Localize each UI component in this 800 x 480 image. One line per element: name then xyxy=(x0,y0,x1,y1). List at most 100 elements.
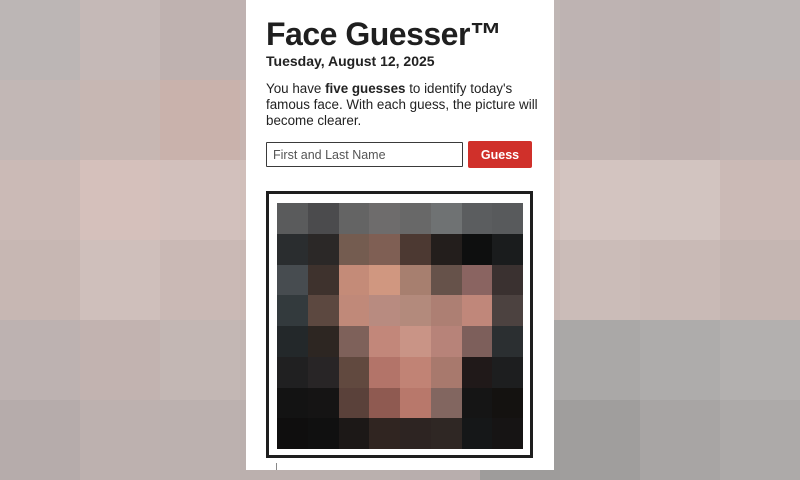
face-pixel xyxy=(430,264,462,296)
face-pixel xyxy=(430,233,462,265)
background-pixel xyxy=(560,0,640,80)
background-pixel xyxy=(560,80,640,160)
background-pixel xyxy=(80,400,160,480)
face-pixel xyxy=(277,233,308,265)
face-pixel xyxy=(369,326,400,357)
face-pixel xyxy=(307,295,339,326)
background-pixel xyxy=(0,160,80,240)
background-pixel xyxy=(160,320,240,400)
background-pixel xyxy=(720,320,800,400)
background-pixel xyxy=(160,160,240,240)
game-panel: Face Guesser™ Tuesday, August 12, 2025 Y… xyxy=(246,0,554,470)
background-pixel xyxy=(640,160,720,240)
content-divider xyxy=(276,463,277,470)
background-pixel xyxy=(160,80,240,160)
face-pixel xyxy=(277,264,308,296)
background-pixel xyxy=(80,160,160,240)
background-pixel xyxy=(640,320,720,400)
background-pixel xyxy=(560,160,640,240)
face-pixel xyxy=(369,418,400,449)
face-pixel xyxy=(492,264,523,296)
face-pixel xyxy=(338,264,370,296)
background-pixel xyxy=(0,400,80,480)
face-pixel xyxy=(492,203,523,234)
background-pixel xyxy=(0,80,80,160)
face-pixel xyxy=(430,295,462,326)
instructions-emphasis: five guesses xyxy=(325,81,406,96)
face-pixel xyxy=(307,233,339,265)
background-pixel xyxy=(720,400,800,480)
face-pixel xyxy=(277,203,308,234)
face-pixel xyxy=(369,295,400,326)
background-pixel xyxy=(640,80,720,160)
face-pixel xyxy=(369,264,400,296)
face-pixel xyxy=(338,356,370,388)
background-pixel xyxy=(720,160,800,240)
background-pixel xyxy=(640,0,720,80)
face-photo-frame xyxy=(266,191,533,458)
guess-button[interactable]: Guess xyxy=(468,141,532,168)
face-pixel xyxy=(492,387,523,419)
face-pixel xyxy=(307,203,339,234)
face-pixel xyxy=(277,326,308,357)
background-pixel xyxy=(720,80,800,160)
face-pixel xyxy=(307,326,339,357)
face-pixel xyxy=(430,387,462,419)
background-pixel xyxy=(560,400,640,480)
background-pixel xyxy=(0,0,80,80)
background-pixel xyxy=(80,240,160,320)
face-pixel xyxy=(369,387,400,419)
face-pixel xyxy=(400,418,431,449)
face-pixel xyxy=(461,387,493,419)
face-pixel xyxy=(461,233,493,265)
background-pixel xyxy=(160,240,240,320)
face-pixel xyxy=(400,356,431,388)
background-pixel xyxy=(560,320,640,400)
face-pixel xyxy=(430,203,462,234)
face-pixel xyxy=(492,326,523,357)
face-pixel xyxy=(400,326,431,357)
face-pixel xyxy=(338,326,370,357)
face-pixel xyxy=(492,295,523,326)
face-pixel xyxy=(461,203,493,234)
face-pixel xyxy=(307,356,339,388)
face-pixel xyxy=(461,326,493,357)
name-guess-input[interactable] xyxy=(266,142,463,167)
face-pixel xyxy=(307,387,339,419)
face-pixel xyxy=(338,233,370,265)
page-title: Face Guesser™ xyxy=(266,16,502,52)
face-pixel xyxy=(430,326,462,357)
puzzle-date: Tuesday, August 12, 2025 xyxy=(266,53,435,69)
face-pixel xyxy=(430,356,462,388)
face-pixel xyxy=(277,295,308,326)
face-pixel xyxy=(461,264,493,296)
face-pixel xyxy=(400,264,431,296)
background-pixel xyxy=(80,80,160,160)
face-pixel xyxy=(338,295,370,326)
face-pixel xyxy=(277,387,308,419)
face-pixel xyxy=(492,418,523,449)
face-pixel xyxy=(307,418,339,449)
face-pixel xyxy=(338,418,370,449)
instructions: You have five guesses to identify today'… xyxy=(266,81,538,129)
face-pixel xyxy=(369,233,400,265)
face-pixel xyxy=(369,356,400,388)
face-pixel xyxy=(400,233,431,265)
face-pixel xyxy=(461,356,493,388)
background-pixel xyxy=(560,240,640,320)
background-pixel xyxy=(640,400,720,480)
face-pixel xyxy=(461,295,493,326)
face-pixel xyxy=(492,356,523,388)
face-pixel xyxy=(430,418,462,449)
background-pixel xyxy=(80,0,160,80)
background-pixel xyxy=(640,240,720,320)
face-pixel xyxy=(277,418,308,449)
face-pixel xyxy=(338,203,370,234)
face-pixel xyxy=(400,295,431,326)
face-pixel xyxy=(461,418,493,449)
face-pixel xyxy=(492,233,523,265)
background-pixel xyxy=(0,240,80,320)
background-pixel xyxy=(160,0,240,80)
face-pixel xyxy=(338,387,370,419)
pixelated-face-image xyxy=(277,203,523,449)
